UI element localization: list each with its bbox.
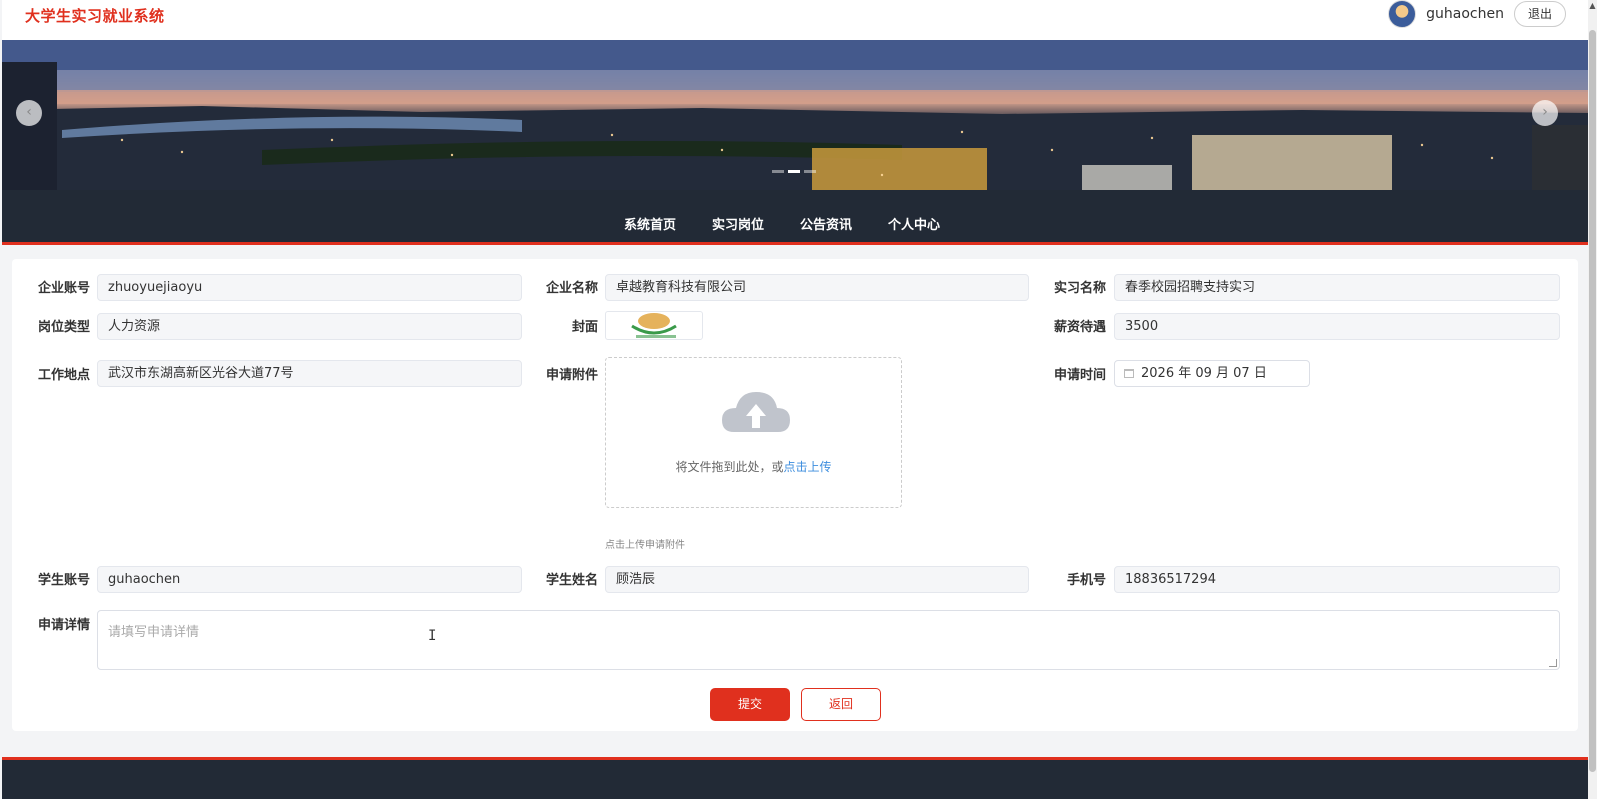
upload-text: 将文件拖到此处，或点击上传 [606, 458, 901, 475]
internship-name-field[interactable]: 春季校园招聘支持实习 [1114, 274, 1560, 301]
user-area: guhaochen 退出 [1388, 0, 1566, 28]
company-name-field[interactable]: 卓越教育科技有限公司 [605, 274, 1029, 301]
banner-carousel: ‹ › [2, 40, 1588, 190]
username[interactable]: guhaochen [1426, 6, 1504, 22]
carousel-next-button[interactable]: › [1532, 100, 1558, 126]
attachment-label: 申请附件 [545, 368, 598, 383]
top-bar: 大学生实习就业系统 guhaochen 退出 [2, 0, 1588, 40]
upload-tip: 点击上传申请附件 [605, 540, 685, 551]
phone-field[interactable]: 18836517294 [1114, 566, 1560, 593]
carousel-indicators [772, 170, 816, 173]
position-type-field[interactable]: 人力资源 [97, 313, 522, 340]
nav-item-profile[interactable]: 个人中心 [888, 214, 940, 233]
calendar-icon [1124, 369, 1134, 378]
phone-label: 手机号 [1066, 573, 1106, 588]
page: 大学生实习就业系统 guhaochen 退出 ‹ › 系统首页 实习岗位 公告资… [2, 0, 1588, 799]
upload-drop-text: 将文件拖到此处，或 [675, 460, 784, 474]
details-label: 申请详情 [37, 618, 90, 633]
salary-label: 薪资待遇 [1053, 320, 1106, 335]
company-name-label: 企业名称 [545, 281, 598, 296]
details-placeholder: 请填写申请详情 [108, 625, 200, 640]
student-name-field[interactable]: 顾浩辰 [605, 566, 1029, 593]
apply-time-date-picker[interactable]: 2026 年 09 月 07 日 [1114, 360, 1310, 387]
footer [2, 757, 1588, 799]
work-location-label: 工作地点 [37, 368, 90, 383]
nav-item-internships[interactable]: 实习岗位 [712, 214, 764, 233]
company-account-field[interactable]: zhuoyuejiaoyu [97, 274, 522, 301]
carousel-prev-button[interactable]: ‹ [16, 100, 42, 126]
student-account-field[interactable]: guhaochen [97, 566, 522, 593]
site-title[interactable]: 大学生实习就业系统 [25, 5, 165, 26]
scroll-up-arrow-icon[interactable]: ▲ [1589, 2, 1596, 10]
text-cursor-icon: I [428, 628, 437, 644]
submit-button[interactable]: 提交 [710, 688, 790, 721]
work-location-field[interactable]: 武汉市东湖高新区光谷大道77号 [97, 360, 522, 387]
apply-time-value: 2026 年 09 月 07 日 [1141, 366, 1267, 381]
back-button[interactable]: 返回 [801, 688, 881, 721]
position-type-label: 岗位类型 [37, 320, 90, 335]
upload-cloud-icon [722, 392, 790, 432]
page-scrollbar[interactable]: ▲ [1588, 0, 1597, 799]
carousel-indicator-active[interactable] [788, 170, 800, 173]
company-account-label: 企业账号 [37, 281, 90, 296]
attachment-upload-dropzone[interactable]: 将文件拖到此处，或点击上传 [605, 357, 902, 508]
cover-label: 封面 [571, 320, 598, 335]
avatar[interactable] [1388, 0, 1417, 28]
logout-button[interactable]: 退出 [1513, 1, 1566, 27]
nav-item-news[interactable]: 公告资讯 [800, 214, 852, 233]
scroll-thumb[interactable] [1589, 30, 1596, 772]
carousel-indicator[interactable] [804, 170, 816, 173]
banner-image [2, 40, 1588, 190]
upload-link[interactable]: 点击上传 [784, 460, 832, 474]
carousel-indicator[interactable] [772, 170, 784, 173]
student-account-label: 学生账号 [37, 573, 90, 588]
nav-item-home[interactable]: 系统首页 [624, 214, 676, 233]
resize-handle[interactable] [1549, 659, 1557, 667]
internship-name-label: 实习名称 [1053, 281, 1106, 296]
cover-image[interactable] [605, 311, 703, 340]
student-name-label: 学生姓名 [545, 573, 598, 588]
details-textarea[interactable]: 请填写申请详情 [97, 610, 1560, 670]
apply-time-label: 申请时间 [1053, 368, 1106, 383]
salary-field[interactable]: 3500 [1114, 313, 1560, 340]
main-nav: 系统首页 实习岗位 公告资讯 个人中心 [2, 190, 1588, 245]
